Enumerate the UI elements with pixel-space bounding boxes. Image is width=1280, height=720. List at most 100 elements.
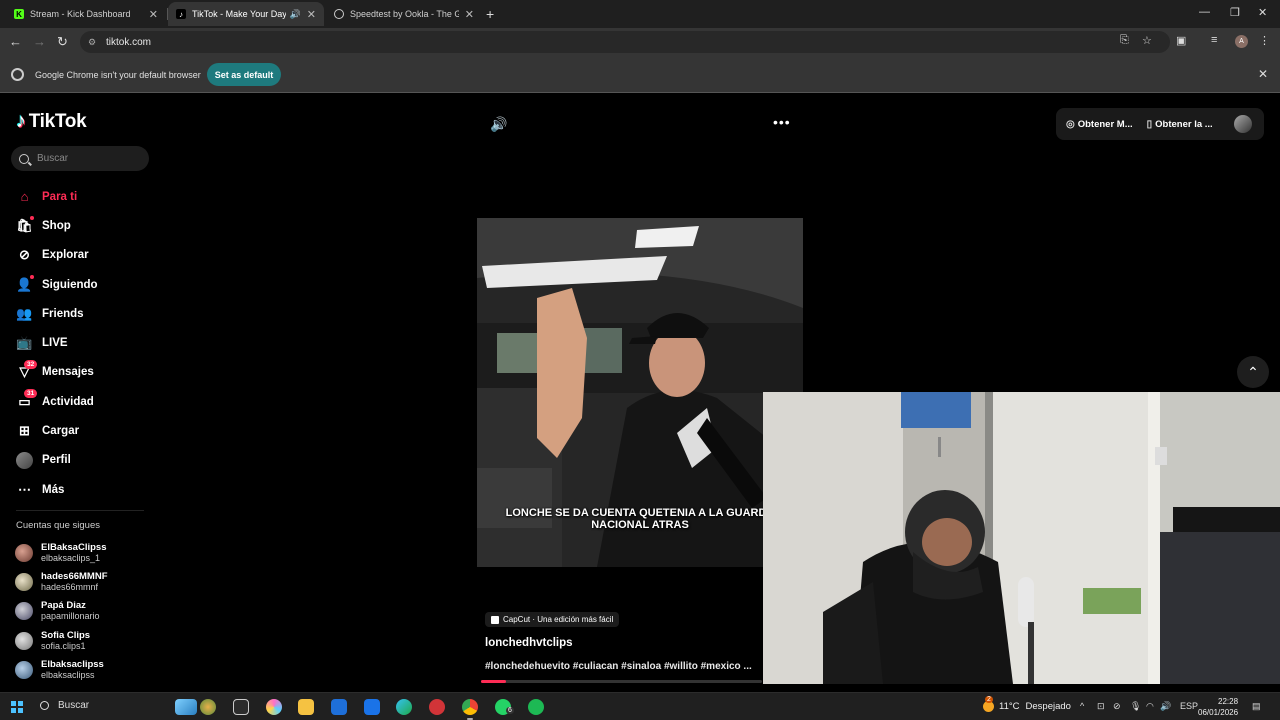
forward-icon[interactable]: → xyxy=(33,34,46,49)
weather-widget[interactable]: 11°C Despejado xyxy=(983,701,1071,712)
media-controls-icon[interactable]: ≡ xyxy=(1211,34,1217,46)
tiktok-note-icon: ♪ xyxy=(16,110,26,132)
video-hashtags[interactable]: #lonchedehuevito #culiacan #sinaloa #wil… xyxy=(485,661,752,672)
account-handle: elbaksaclipss xyxy=(41,669,95,680)
set-as-default-button[interactable]: Set as default xyxy=(207,63,281,86)
widgets-icon[interactable] xyxy=(175,699,197,715)
compass-icon: ⊘ xyxy=(19,247,30,263)
outlook-icon[interactable] xyxy=(364,699,380,715)
tab-audio-icon[interactable]: 🔊 xyxy=(290,9,301,20)
search-input[interactable]: Buscar xyxy=(11,146,149,171)
tab-kick[interactable]: K Stream - Kick Dashboard ✕ xyxy=(6,2,166,26)
close-tab-icon[interactable]: ✕ xyxy=(465,8,474,21)
tiktok-logo[interactable]: ♪ TikTok xyxy=(16,110,87,133)
coin-icon: ◎ xyxy=(1066,118,1075,130)
store-icon[interactable] xyxy=(331,699,347,715)
tray-app-icon[interactable]: ⊘ xyxy=(1113,701,1121,712)
capcut-label: CapCut · Una edición más fácil xyxy=(503,615,614,624)
webcam-feed xyxy=(763,392,1280,684)
video-progress-bar[interactable] xyxy=(481,680,762,683)
windows-start-icon[interactable] xyxy=(11,701,23,713)
user-avatar[interactable] xyxy=(1234,115,1252,133)
activity-badge: 31 xyxy=(24,389,38,399)
microphone-icon[interactable]: 🎙 xyxy=(1130,701,1141,712)
chrome-menu-icon[interactable]: ⋮ xyxy=(1259,34,1270,47)
sidebar-item-actividad[interactable]: ▭ 31 Actividad xyxy=(16,387,156,416)
wifi-icon[interactable]: ◠ xyxy=(1146,701,1154,712)
sidebar-item-live[interactable]: 📺 LIVE xyxy=(16,328,156,357)
profile-avatar xyxy=(16,451,33,469)
restore-icon[interactable]: ❐ xyxy=(1230,6,1240,19)
sidebar-item-perfil[interactable]: Perfil xyxy=(16,446,156,475)
tray-overflow-icon[interactable]: ^ xyxy=(1080,701,1084,711)
sidebar-item-mas[interactable]: ⋯ Más xyxy=(16,475,156,504)
minimize-icon[interactable]: — xyxy=(1199,6,1210,18)
scroll-up-button[interactable]: ⌃ xyxy=(1237,356,1269,388)
sidebar-item-label: Para ti xyxy=(42,190,78,203)
url-text: tiktok.com xyxy=(106,36,152,48)
sidebar-item-shop[interactable]: 🛍 Shop xyxy=(16,211,156,240)
task-view-icon[interactable] xyxy=(233,699,249,715)
sidebar-item-siguiendo[interactable]: 👤 Siguiendo xyxy=(16,270,156,299)
navigation-bar: ← → ↻ ⚙ tiktok.com ⎘ ☆ ▣ ≡ ⋮ xyxy=(0,28,1280,56)
following-account[interactable]: Papá Diaz papamillonario xyxy=(15,597,155,626)
close-tab-icon[interactable]: ✕ xyxy=(307,8,316,21)
app-icon[interactable] xyxy=(429,699,445,715)
tray-app-icon[interactable]: ⊡ xyxy=(1097,701,1105,712)
capcut-tag[interactable]: CapCut · Una edición más fácil xyxy=(485,612,620,627)
phone-icon: ▯ xyxy=(1146,118,1153,130)
following-account[interactable]: ElBaksaClipss elbaksaclips_1 xyxy=(15,538,155,567)
following-account[interactable]: Elbaksaclipss elbaksaclipss xyxy=(15,655,155,684)
search-placeholder: Buscar xyxy=(37,153,69,164)
more-options-icon[interactable]: ••• xyxy=(773,114,791,130)
spotify-icon[interactable] xyxy=(528,699,544,715)
shop-icon: 🛍 xyxy=(16,217,33,233)
get-coins-button[interactable]: ◎ Obtener M... xyxy=(1066,119,1133,130)
close-infobar-icon[interactable]: ✕ xyxy=(1258,67,1268,81)
tab-tiktok[interactable]: ♪ TikTok - Make Your Day 🔊 ✕ xyxy=(168,2,324,26)
account-avatar xyxy=(15,543,33,562)
taskbar-search[interactable]: Buscar xyxy=(40,700,89,711)
get-app-button[interactable]: ▯ Obtener la ... xyxy=(1147,119,1213,130)
extensions-icon[interactable]: ▣ xyxy=(1176,34,1186,47)
live-icon: 📺 xyxy=(16,335,33,351)
sidebar-item-explorar[interactable]: ⊘ Explorar xyxy=(16,241,156,270)
copilot-icon[interactable] xyxy=(266,699,282,715)
video-player[interactable]: LONCHE SE DA CUENTA QUETENIA A LA GUARDA… xyxy=(477,218,803,567)
taskbar: Buscar 6 11°C Despejado 2 ^ ⊡ ⊘ 🎙 ◠ 🔊 ES… xyxy=(0,692,1280,720)
bookmark-star-icon[interactable]: ☆ xyxy=(1142,34,1152,47)
following-account[interactable]: hades66MMNF hades66mmnf xyxy=(15,567,155,596)
sidebar-item-label: Más xyxy=(42,483,65,496)
back-icon[interactable]: ← xyxy=(9,34,22,49)
notification-dot xyxy=(30,274,34,279)
notifications-icon[interactable]: ▤ xyxy=(1252,701,1261,712)
clock[interactable]: 22:28 06/01/2026 xyxy=(1198,696,1238,718)
volume-icon[interactable]: 🔊 xyxy=(490,116,507,133)
chrome-taskbar-icon[interactable] xyxy=(462,699,478,715)
close-window-icon[interactable]: ✕ xyxy=(1258,6,1267,19)
search-icon xyxy=(40,701,49,710)
sidebar-item-cargar[interactable]: ⊞ Cargar xyxy=(16,416,156,445)
language-indicator[interactable]: ESP xyxy=(1180,701,1198,711)
speaker-icon[interactable]: 🔊 xyxy=(1160,701,1171,712)
account-handle: papamillonario xyxy=(41,611,100,622)
game-app-icon[interactable] xyxy=(200,699,216,715)
edge-icon[interactable] xyxy=(396,699,412,715)
site-info-icon[interactable]: ⚙ xyxy=(88,37,98,47)
reload-icon[interactable]: ↻ xyxy=(57,34,68,50)
profile-avatar[interactable]: A xyxy=(1235,35,1248,48)
close-tab-icon[interactable]: ✕ xyxy=(149,8,158,21)
account-handle: elbaksaclips_1 xyxy=(41,552,101,563)
file-explorer-icon[interactable] xyxy=(298,699,314,715)
video-author[interactable]: lonchedhvtclips xyxy=(485,637,573,649)
new-tab-button[interactable]: + xyxy=(486,6,494,22)
install-app-icon[interactable]: ⎘ xyxy=(1120,34,1129,47)
address-bar[interactable]: ⚙ tiktok.com xyxy=(80,31,1170,53)
sidebar-item-para-ti[interactable]: ⌂ Para ti xyxy=(16,182,156,211)
speedtest-icon xyxy=(334,9,344,19)
tab-speedtest[interactable]: Speedtest by Ookla - The Glob... ✕ xyxy=(326,2,482,26)
sidebar-item-friends[interactable]: 👥 Friends xyxy=(16,299,156,328)
sidebar-item-mensajes[interactable]: ▽ 32 Mensajes xyxy=(16,358,156,387)
following-account[interactable]: Sofia Clips sofia.clips1 xyxy=(15,626,155,655)
account-name: Papá Diaz xyxy=(41,600,86,612)
